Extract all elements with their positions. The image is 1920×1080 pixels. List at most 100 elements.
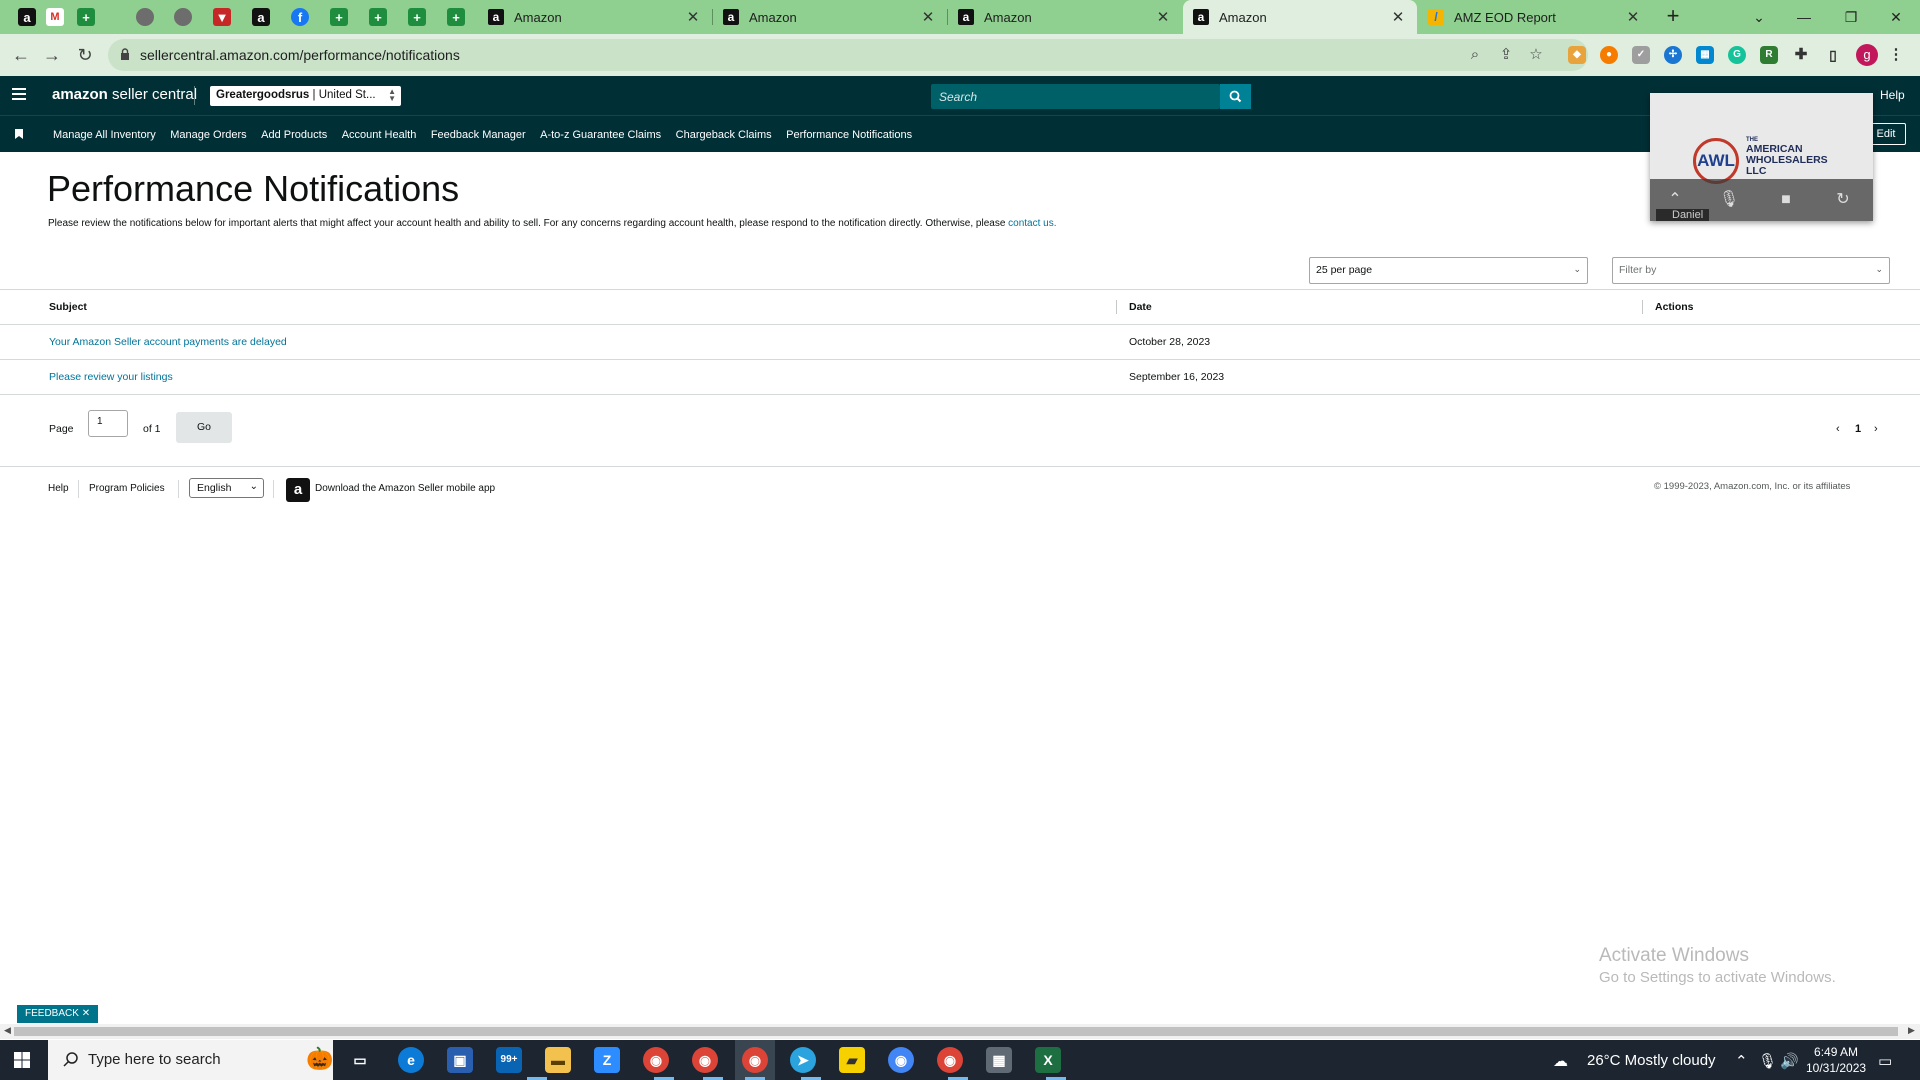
close-window-button[interactable]: ✕ [1881,5,1911,29]
extension-icon[interactable]: ✢ [1664,46,1682,64]
speaker-icon[interactable]: 🔊 [1780,1052,1799,1070]
back-button[interactable]: ← [9,43,33,67]
scroll-right-icon[interactable]: ▶ [1908,1025,1915,1036]
seller-central-logo[interactable]: amazon seller central [52,86,197,103]
close-icon[interactable]: ✕ [1154,8,1172,26]
restore-button[interactable]: ❐ [1836,5,1866,29]
browser-tab[interactable]: a Amazon ✕ [948,0,1182,34]
side-panel-icon[interactable]: ▯ [1824,46,1842,64]
nav-feedback-manager[interactable]: Feedback Manager [431,129,526,141]
tab-search-icon[interactable]: ⌄ [1744,5,1774,29]
feedback-button[interactable]: FEEDBACK ✕ [17,1005,99,1023]
chrome-icon[interactable]: ◉ [937,1047,963,1073]
edge-icon[interactable]: e [398,1047,424,1073]
help-link[interactable]: Help [1880,88,1905,102]
grammarly-icon[interactable]: G [1728,46,1746,64]
contact-us-link[interactable]: contact us. [1008,218,1056,229]
task-view-icon[interactable]: ▭ [347,1047,373,1073]
new-tab-button[interactable]: + [1661,5,1685,29]
download-app-link[interactable]: Download the Amazon Seller mobile app [315,483,495,494]
amazon-app-icon[interactable]: a [286,478,310,502]
chevron-up-icon[interactable]: ⌃ [1735,1052,1748,1070]
extension-icon[interactable]: ▦ [1696,46,1714,64]
browser-tab[interactable]: a Amazon ✕ [478,0,712,34]
extension-icon[interactable]: ● [1600,46,1618,64]
header-subject[interactable]: Subject [49,301,87,313]
chevron-left-icon[interactable]: ‹ [1836,423,1840,435]
nav-a-to-z-claims[interactable]: A-to-z Guarantee Claims [540,129,661,141]
weather-text[interactable]: 26°C Mostly cloudy [1587,1052,1716,1069]
cloud-icon[interactable]: ☁ [1553,1052,1568,1070]
chrome-icon[interactable]: ◉ [692,1047,718,1073]
notification-subject-link[interactable]: Your Amazon Seller account payments are … [49,336,287,348]
minimize-button[interactable]: — [1789,5,1819,29]
program-policies-link[interactable]: Program Policies [89,483,165,494]
footer-help-link[interactable]: Help [48,483,69,494]
mic-muted-icon[interactable]: 🎙 [1718,189,1740,211]
scrollbar-thumb[interactable] [14,1027,1898,1036]
per-page-select[interactable]: 25 per page ⌄ [1309,257,1588,284]
folder-icon[interactable]: ▬ [545,1047,571,1073]
browser-tab-active[interactable]: a Amazon ✕ [1183,0,1417,34]
notifications-icon[interactable]: ▭ [1878,1052,1892,1070]
kebab-menu-icon[interactable]: ⋮ [1887,46,1905,64]
horizontal-scrollbar[interactable]: ◀ ▶ [0,1024,1920,1039]
nav-add-products[interactable]: Add Products [261,129,327,141]
reload-button[interactable]: ↻ [73,43,97,67]
extension-icon[interactable]: R [1760,46,1778,64]
page-number-input[interactable]: 1 [88,410,128,437]
close-icon[interactable]: ✕ [82,1008,90,1019]
taskbar-search-input[interactable]: Type here to search 🎃 [48,1040,333,1080]
calculator-icon[interactable]: ▦ [986,1047,1012,1073]
extension-icon[interactable]: ✓ [1632,46,1650,64]
url-field[interactable]: sellercentral.amazon.com/performance/not… [108,39,1588,71]
extension-icon[interactable]: ◆ [1568,46,1586,64]
sticky-notes-icon[interactable]: ▰ [839,1047,865,1073]
pinned-tab-red[interactable]: ▼ [210,5,234,29]
store-icon[interactable]: ▣ [447,1047,473,1073]
close-icon[interactable]: ✕ [684,8,702,26]
windows-start-icon[interactable] [14,1052,30,1068]
taskbar-clock[interactable]: 6:49 AM 10/31/2023 [1806,1044,1866,1076]
close-icon[interactable]: ✕ [1389,8,1407,26]
rotate-icon[interactable]: ↻ [1832,189,1854,211]
pinned-tab-sheets-3[interactable]: + [366,5,390,29]
camera-icon[interactable]: ■ [1775,189,1797,211]
chevron-right-icon[interactable]: › [1874,423,1878,435]
bookmark-star-icon[interactable]: ☆ [1526,45,1546,65]
zoom-app-icon[interactable]: Z [594,1047,620,1073]
pinned-tab-sheets-5[interactable]: + [444,5,468,29]
account-switcher[interactable]: Greatergoodsrus | United St... ▲ ▼ [210,86,401,106]
profile-avatar[interactable]: g [1856,44,1878,66]
close-icon[interactable]: ✕ [1624,8,1642,26]
pinned-tab-amazon[interactable]: a [15,5,39,29]
chrome-icon[interactable]: ◉ [643,1047,669,1073]
browser-tab[interactable]: / AMZ EOD Report ✕ [1418,0,1652,34]
forward-button[interactable]: → [40,43,64,67]
hamburger-menu-icon[interactable] [12,88,26,100]
excel-icon[interactable]: X [1035,1047,1061,1073]
telegram-icon[interactable]: ➤ [790,1047,816,1073]
puzzle-icon[interactable]: ✚ [1792,46,1810,64]
header-date[interactable]: Date [1129,301,1152,313]
pinned-tab-globe[interactable] [133,5,157,29]
notification-subject-link[interactable]: Please review your listings [49,371,173,383]
nav-account-health[interactable]: Account Health [342,129,417,141]
mail-icon[interactable]: 99+ [496,1047,522,1073]
bookmark-icon[interactable] [15,129,23,139]
chrome-icon[interactable]: ◉ [888,1047,914,1073]
browser-tab[interactable]: a Amazon ✕ [713,0,947,34]
go-button[interactable]: Go [176,412,232,443]
pinned-tab-sheets-4[interactable]: + [405,5,429,29]
nav-chargeback-claims[interactable]: Chargeback Claims [676,129,772,141]
pinned-tab-amazon-2[interactable]: a [249,5,273,29]
pinned-tab-sheets[interactable]: + [74,5,98,29]
nav-manage-inventory[interactable]: Manage All Inventory [53,129,156,141]
filter-select[interactable]: Filter by ⌄ [1612,257,1890,284]
video-call-overlay[interactable]: AWL THE AMERICAN WHOLESALERS LLC ⌃ 🎙 ■ ↻… [1650,93,1873,221]
pinned-tab-gmail[interactable]: M [43,5,67,29]
pinned-tab-sheets-2[interactable]: + [327,5,351,29]
nav-performance-notifications[interactable]: Performance Notifications [786,129,912,141]
nav-manage-orders[interactable]: Manage Orders [170,129,246,141]
zoom-icon[interactable]: ⌕ [1465,45,1485,65]
